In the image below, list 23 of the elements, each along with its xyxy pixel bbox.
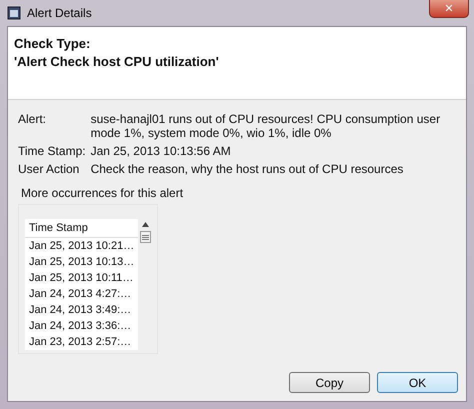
check-type-value: 'Alert Check host CPU utilization' — [14, 53, 220, 71]
sort-arrow-icon — [142, 222, 149, 227]
detail-value: Jan 25, 2013 10:13:56 AM — [90, 144, 232, 158]
detail-value: Check the reason, why the host runs out of CPU resources — [90, 162, 404, 176]
window-icon — [7, 6, 21, 20]
column-header[interactable]: Time Stamp — [25, 219, 138, 238]
table-cell-text: Jan 24, 2013 4:27:… — [28, 287, 132, 302]
detail-value: suse-hanajl01 runs out of CPU resources! CPU consumption user mode 1%, system mode 0%, wio 1%, idle 0% — [90, 112, 442, 140]
table-cell-text: Jan 24, 2013 3:36:… — [28, 319, 132, 334]
dialog-button[interactable]: Copy — [289, 372, 370, 393]
table-cell-text: Jan 23, 2013 2:57:… — [28, 335, 132, 350]
dialog-button[interactable]: OK — [377, 372, 458, 393]
check-type-label: Check Type: — [14, 35, 92, 53]
detail-label: Time Stamp: — [18, 144, 86, 158]
window-title: Alert Details — [27, 6, 92, 20]
detail-label: User Action — [18, 162, 80, 176]
table-cell-text: Jan 25, 2013 10:11… — [28, 271, 134, 286]
scrollbar-thumb[interactable] — [140, 231, 151, 243]
table-cell-text: Jan 25, 2013 10:13… — [28, 255, 136, 270]
table-cell-text: Jan 25, 2013 10:21… — [28, 239, 136, 254]
detail-label: Alert: — [18, 112, 48, 128]
table-cell-text: Jan 24, 2013 3:49:… — [28, 303, 132, 318]
section-title: More occurrences for this alert — [21, 186, 184, 200]
